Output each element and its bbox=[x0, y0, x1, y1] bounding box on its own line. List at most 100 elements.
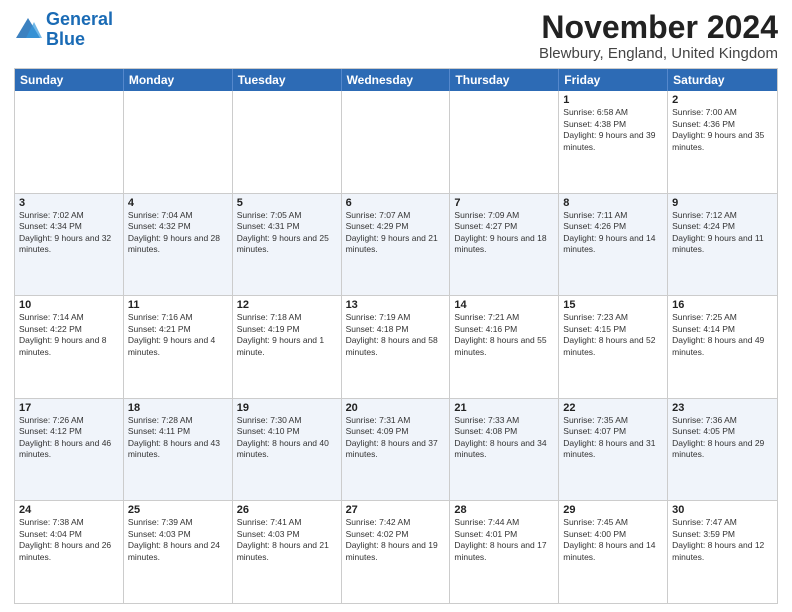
header: General Blue November 2024 Blewbury, Eng… bbox=[14, 10, 778, 62]
day-cell-6: 6Sunrise: 7:07 AM Sunset: 4:29 PM Daylig… bbox=[342, 194, 451, 296]
empty-cell bbox=[233, 91, 342, 193]
day-cell-16: 16Sunrise: 7:25 AM Sunset: 4:14 PM Dayli… bbox=[668, 296, 777, 398]
logo-text: General Blue bbox=[46, 10, 113, 50]
weekday-header-wednesday: Wednesday bbox=[342, 69, 451, 91]
day-number: 12 bbox=[237, 299, 337, 311]
day-info: Sunrise: 7:30 AM Sunset: 4:10 PM Dayligh… bbox=[237, 415, 337, 461]
day-number: 11 bbox=[128, 299, 228, 311]
day-cell-28: 28Sunrise: 7:44 AM Sunset: 4:01 PM Dayli… bbox=[450, 501, 559, 603]
day-info: Sunrise: 7:14 AM Sunset: 4:22 PM Dayligh… bbox=[19, 312, 119, 358]
day-info: Sunrise: 7:45 AM Sunset: 4:00 PM Dayligh… bbox=[563, 517, 663, 563]
calendar-body: 1Sunrise: 6:58 AM Sunset: 4:38 PM Daylig… bbox=[15, 91, 777, 603]
day-number: 9 bbox=[672, 197, 773, 209]
day-cell-10: 10Sunrise: 7:14 AM Sunset: 4:22 PM Dayli… bbox=[15, 296, 124, 398]
day-number: 8 bbox=[563, 197, 663, 209]
day-number: 22 bbox=[563, 402, 663, 414]
page: General Blue November 2024 Blewbury, Eng… bbox=[0, 0, 792, 612]
day-cell-9: 9Sunrise: 7:12 AM Sunset: 4:24 PM Daylig… bbox=[668, 194, 777, 296]
location-title: Blewbury, England, United Kingdom bbox=[539, 45, 778, 62]
day-number: 1 bbox=[563, 94, 663, 106]
calendar-row-1: 1Sunrise: 6:58 AM Sunset: 4:38 PM Daylig… bbox=[15, 91, 777, 193]
day-info: Sunrise: 7:47 AM Sunset: 3:59 PM Dayligh… bbox=[672, 517, 773, 563]
day-cell-7: 7Sunrise: 7:09 AM Sunset: 4:27 PM Daylig… bbox=[450, 194, 559, 296]
day-info: Sunrise: 7:00 AM Sunset: 4:36 PM Dayligh… bbox=[672, 107, 773, 153]
day-cell-27: 27Sunrise: 7:42 AM Sunset: 4:02 PM Dayli… bbox=[342, 501, 451, 603]
day-cell-11: 11Sunrise: 7:16 AM Sunset: 4:21 PM Dayli… bbox=[124, 296, 233, 398]
day-number: 10 bbox=[19, 299, 119, 311]
day-number: 7 bbox=[454, 197, 554, 209]
day-info: Sunrise: 7:18 AM Sunset: 4:19 PM Dayligh… bbox=[237, 312, 337, 358]
day-info: Sunrise: 7:42 AM Sunset: 4:02 PM Dayligh… bbox=[346, 517, 446, 563]
day-number: 21 bbox=[454, 402, 554, 414]
day-info: Sunrise: 7:05 AM Sunset: 4:31 PM Dayligh… bbox=[237, 210, 337, 256]
day-info: Sunrise: 7:23 AM Sunset: 4:15 PM Dayligh… bbox=[563, 312, 663, 358]
day-number: 17 bbox=[19, 402, 119, 414]
day-number: 23 bbox=[672, 402, 773, 414]
day-info: Sunrise: 7:16 AM Sunset: 4:21 PM Dayligh… bbox=[128, 312, 228, 358]
weekday-header-tuesday: Tuesday bbox=[233, 69, 342, 91]
day-number: 5 bbox=[237, 197, 337, 209]
day-number: 15 bbox=[563, 299, 663, 311]
day-number: 6 bbox=[346, 197, 446, 209]
day-number: 27 bbox=[346, 504, 446, 516]
day-number: 25 bbox=[128, 504, 228, 516]
day-info: Sunrise: 7:09 AM Sunset: 4:27 PM Dayligh… bbox=[454, 210, 554, 256]
weekday-header-friday: Friday bbox=[559, 69, 668, 91]
day-info: Sunrise: 7:07 AM Sunset: 4:29 PM Dayligh… bbox=[346, 210, 446, 256]
day-cell-14: 14Sunrise: 7:21 AM Sunset: 4:16 PM Dayli… bbox=[450, 296, 559, 398]
day-cell-8: 8Sunrise: 7:11 AM Sunset: 4:26 PM Daylig… bbox=[559, 194, 668, 296]
day-cell-17: 17Sunrise: 7:26 AM Sunset: 4:12 PM Dayli… bbox=[15, 399, 124, 501]
calendar-header: SundayMondayTuesdayWednesdayThursdayFrid… bbox=[15, 69, 777, 91]
day-number: 19 bbox=[237, 402, 337, 414]
day-cell-15: 15Sunrise: 7:23 AM Sunset: 4:15 PM Dayli… bbox=[559, 296, 668, 398]
day-number: 2 bbox=[672, 94, 773, 106]
day-cell-4: 4Sunrise: 7:04 AM Sunset: 4:32 PM Daylig… bbox=[124, 194, 233, 296]
empty-cell bbox=[450, 91, 559, 193]
weekday-header-saturday: Saturday bbox=[668, 69, 777, 91]
weekday-header-sunday: Sunday bbox=[15, 69, 124, 91]
day-cell-20: 20Sunrise: 7:31 AM Sunset: 4:09 PM Dayli… bbox=[342, 399, 451, 501]
day-info: Sunrise: 7:33 AM Sunset: 4:08 PM Dayligh… bbox=[454, 415, 554, 461]
logo: General Blue bbox=[14, 10, 113, 50]
empty-cell bbox=[15, 91, 124, 193]
day-cell-1: 1Sunrise: 6:58 AM Sunset: 4:38 PM Daylig… bbox=[559, 91, 668, 193]
day-number: 14 bbox=[454, 299, 554, 311]
day-number: 20 bbox=[346, 402, 446, 414]
day-cell-19: 19Sunrise: 7:30 AM Sunset: 4:10 PM Dayli… bbox=[233, 399, 342, 501]
day-cell-2: 2Sunrise: 7:00 AM Sunset: 4:36 PM Daylig… bbox=[668, 91, 777, 193]
day-number: 28 bbox=[454, 504, 554, 516]
day-cell-21: 21Sunrise: 7:33 AM Sunset: 4:08 PM Dayli… bbox=[450, 399, 559, 501]
day-cell-13: 13Sunrise: 7:19 AM Sunset: 4:18 PM Dayli… bbox=[342, 296, 451, 398]
day-number: 30 bbox=[672, 504, 773, 516]
calendar-row-2: 3Sunrise: 7:02 AM Sunset: 4:34 PM Daylig… bbox=[15, 193, 777, 296]
day-cell-30: 30Sunrise: 7:47 AM Sunset: 3:59 PM Dayli… bbox=[668, 501, 777, 603]
calendar: SundayMondayTuesdayWednesdayThursdayFrid… bbox=[14, 68, 778, 604]
day-number: 4 bbox=[128, 197, 228, 209]
empty-cell bbox=[124, 91, 233, 193]
day-cell-12: 12Sunrise: 7:18 AM Sunset: 4:19 PM Dayli… bbox=[233, 296, 342, 398]
day-cell-5: 5Sunrise: 7:05 AM Sunset: 4:31 PM Daylig… bbox=[233, 194, 342, 296]
day-cell-26: 26Sunrise: 7:41 AM Sunset: 4:03 PM Dayli… bbox=[233, 501, 342, 603]
day-number: 3 bbox=[19, 197, 119, 209]
day-info: Sunrise: 7:31 AM Sunset: 4:09 PM Dayligh… bbox=[346, 415, 446, 461]
month-title: November 2024 bbox=[539, 10, 778, 45]
day-cell-23: 23Sunrise: 7:36 AM Sunset: 4:05 PM Dayli… bbox=[668, 399, 777, 501]
day-info: Sunrise: 7:35 AM Sunset: 4:07 PM Dayligh… bbox=[563, 415, 663, 461]
calendar-row-3: 10Sunrise: 7:14 AM Sunset: 4:22 PM Dayli… bbox=[15, 295, 777, 398]
day-number: 29 bbox=[563, 504, 663, 516]
logo-icon bbox=[14, 16, 42, 44]
weekday-header-monday: Monday bbox=[124, 69, 233, 91]
day-cell-3: 3Sunrise: 7:02 AM Sunset: 4:34 PM Daylig… bbox=[15, 194, 124, 296]
calendar-row-4: 17Sunrise: 7:26 AM Sunset: 4:12 PM Dayli… bbox=[15, 398, 777, 501]
calendar-row-5: 24Sunrise: 7:38 AM Sunset: 4:04 PM Dayli… bbox=[15, 500, 777, 603]
day-info: Sunrise: 7:39 AM Sunset: 4:03 PM Dayligh… bbox=[128, 517, 228, 563]
day-cell-29: 29Sunrise: 7:45 AM Sunset: 4:00 PM Dayli… bbox=[559, 501, 668, 603]
day-info: Sunrise: 7:11 AM Sunset: 4:26 PM Dayligh… bbox=[563, 210, 663, 256]
day-info: Sunrise: 7:41 AM Sunset: 4:03 PM Dayligh… bbox=[237, 517, 337, 563]
day-info: Sunrise: 7:02 AM Sunset: 4:34 PM Dayligh… bbox=[19, 210, 119, 256]
day-number: 26 bbox=[237, 504, 337, 516]
day-cell-22: 22Sunrise: 7:35 AM Sunset: 4:07 PM Dayli… bbox=[559, 399, 668, 501]
day-number: 24 bbox=[19, 504, 119, 516]
day-cell-25: 25Sunrise: 7:39 AM Sunset: 4:03 PM Dayli… bbox=[124, 501, 233, 603]
day-info: Sunrise: 7:36 AM Sunset: 4:05 PM Dayligh… bbox=[672, 415, 773, 461]
